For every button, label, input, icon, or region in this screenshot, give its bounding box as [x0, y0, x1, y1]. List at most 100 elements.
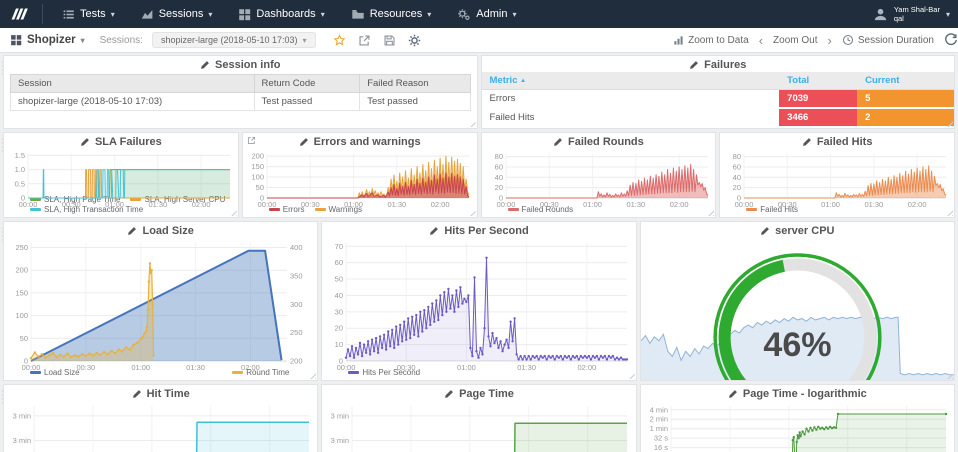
- list-icon: [63, 9, 74, 19]
- hits-per-second-panel: Hits Per Second 00:00 00:30 01:00 01:30 02:0…: [321, 221, 637, 381]
- edit-pencil-icon[interactable]: [200, 60, 210, 70]
- errors-warnings-chart[interactable]: 00:00 00:30 01:00 01:30 02:00 200 150 100 50 0: [243, 149, 477, 209]
- session-info-table: Session Return Code Failed Reason shopiz…: [10, 74, 471, 111]
- failed-hits-chart[interactable]: 00:00 00:30 01:00 01:30 02:00 80 60 40 20 0: [720, 149, 954, 209]
- chevron-down-icon: ▾: [208, 9, 213, 19]
- dashboard-row-4: Hit Time 00:0000:3001:0001:3002:003 min3…: [2, 384, 955, 452]
- user-menu[interactable]: Yam Shal-Bar qal ▾: [873, 5, 950, 24]
- server-cpu-gauge[interactable]: 46%: [640, 238, 954, 380]
- svg-text:02:00: 02:00: [578, 363, 597, 372]
- favorite-star-icon[interactable]: [333, 33, 346, 47]
- webload-logo[interactable]: [8, 6, 42, 22]
- svg-text:02:00: 02:00: [669, 200, 688, 209]
- column-header-metric[interactable]: Metric ▲: [481, 72, 780, 90]
- save-icon[interactable]: [383, 34, 396, 47]
- failed-hits-panel: Failed Hits 00:00 00:30 01:00 01:30 02:00 80 6…: [719, 132, 955, 218]
- sessions-label: Sessions:: [99, 34, 143, 46]
- panel-title-text: server CPU: [775, 225, 835, 237]
- sla-failures-chart[interactable]: 00:00 00:30 01:00 01:30 02:00 1.5 1.0 0.5 0: [4, 149, 238, 209]
- resize-grip[interactable]: [468, 120, 476, 127]
- svg-text:0: 0: [737, 194, 741, 203]
- failed-rounds-chart[interactable]: 00:00 00:30 01:00 01:30 02:00 80 60 40 20 0: [482, 149, 716, 209]
- nav-dashboards[interactable]: Dashboards ▾: [225, 0, 337, 28]
- svg-text:01:00: 01:00: [821, 200, 840, 209]
- project-selector[interactable]: Shopizer ▾: [10, 34, 85, 46]
- edit-pencil-icon[interactable]: [728, 389, 738, 399]
- edit-pencil-icon[interactable]: [132, 389, 142, 399]
- page-time-chart[interactable]: 00:0000:3001:0001:3002:003 min3 min2 min…: [322, 401, 635, 452]
- nav-sessions[interactable]: Sessions ▾: [128, 0, 226, 28]
- edit-pencil-icon[interactable]: [80, 137, 90, 147]
- svg-text:02:00: 02:00: [431, 200, 450, 209]
- gear-icon[interactable]: [408, 34, 421, 47]
- page-time-log-panel: Page Time - logarithmic 00:0000:3001:000…: [639, 384, 955, 452]
- svg-text:3 min: 3 min: [331, 436, 349, 445]
- total-value-badge: 3466: [779, 109, 858, 126]
- nav-admin[interactable]: Admin ▾: [444, 0, 529, 28]
- chevron-down-icon: ▾: [427, 9, 432, 19]
- hits-per-second-chart[interactable]: 00:00 00:30 01:00 01:30 02:00 70 60 50 40 30 20 10 0: [322, 238, 635, 372]
- session-dropdown[interactable]: shopizer-large (2018-05-10 17:03) ▾: [151, 32, 316, 48]
- column-header-total[interactable]: Total: [779, 72, 858, 90]
- user-subtitle: qal: [893, 14, 904, 23]
- svg-text:60: 60: [494, 162, 502, 171]
- load-size-chart[interactable]: 00:00 00:30 01:00 01:30 02:00 250 200 150 100 50 0…: [4, 238, 317, 372]
- sla-failures-panel: SLA Failures 00:00 00:30 01:00 01:30 02:00 1.…: [3, 132, 239, 218]
- svg-text:01:30: 01:30: [387, 200, 406, 209]
- edit-pencil-icon[interactable]: [553, 137, 563, 147]
- svg-text:00:30: 00:30: [62, 200, 81, 209]
- panel-title: Failed Rounds: [482, 133, 716, 149]
- share-icon[interactable]: [358, 34, 371, 47]
- edit-pencil-icon[interactable]: [429, 226, 439, 236]
- dashboard-row-1: Session info Session Return Code Failed …: [2, 55, 955, 129]
- zoom-out-button[interactable]: Zoom Out: [773, 35, 817, 46]
- edit-pencil-icon[interactable]: [802, 137, 812, 147]
- svg-text:0: 0: [498, 194, 502, 203]
- chevron-down-icon: ▾: [80, 35, 85, 45]
- panel-title-text: Hit Time: [146, 388, 190, 400]
- navbar-separator: [42, 4, 43, 24]
- edit-pencil-icon[interactable]: [299, 137, 309, 147]
- panel-title-text: Failures: [704, 59, 747, 71]
- chevron-right-icon[interactable]: ›: [828, 33, 832, 48]
- edit-pencil-icon[interactable]: [444, 389, 454, 399]
- svg-text:100: 100: [251, 173, 264, 182]
- panel-title: Failures: [482, 56, 955, 72]
- page-time-log-chart[interactable]: 00:0000:3001:0001:3002:004 min2 min1 min…: [641, 401, 954, 452]
- svg-text:50: 50: [20, 334, 28, 343]
- svg-text:40: 40: [335, 291, 343, 300]
- nav-resources[interactable]: Resources ▾: [338, 0, 445, 28]
- svg-text:20: 20: [494, 183, 502, 192]
- edit-pencil-icon[interactable]: [127, 226, 137, 236]
- table-row: shopizer-large (2018-05-10 17:03) Test p…: [10, 92, 471, 111]
- project-name: Shopizer: [27, 34, 76, 46]
- return-code-cell: Test passed: [253, 92, 361, 111]
- edit-pencil-icon[interactable]: [689, 60, 699, 70]
- table-row: Failed Hits 3466 2: [481, 108, 954, 128]
- external-link-icon[interactable]: [247, 136, 256, 145]
- chevron-down-icon: ▾: [945, 9, 950, 19]
- svg-text:02:00: 02:00: [192, 200, 211, 209]
- panel-title: Load Size: [4, 222, 317, 238]
- nav-resources-label: Resources: [369, 8, 423, 20]
- session-info-panel: Session info Session Return Code Failed …: [3, 55, 478, 129]
- svg-text:200: 200: [290, 357, 303, 366]
- failed-rounds-panel: Failed Rounds 00:00 00:30 01:00 01:30 02:00 8…: [480, 132, 717, 218]
- zoom-to-data-button[interactable]: Zoom to Data: [673, 35, 749, 46]
- chevron-left-icon[interactable]: ‹: [759, 33, 763, 48]
- failed-reason-cell: Test passed: [359, 92, 471, 111]
- folder-icon: [352, 9, 364, 19]
- user-avatar-icon: [874, 8, 886, 20]
- nav-tests[interactable]: Tests ▾: [49, 0, 128, 28]
- svg-text:350: 350: [290, 271, 303, 280]
- edit-pencil-icon[interactable]: [760, 226, 770, 236]
- svg-text:01:30: 01:30: [626, 200, 645, 209]
- refresh-icon[interactable]: [944, 33, 958, 47]
- svg-text:0: 0: [260, 194, 264, 203]
- svg-text:30: 30: [335, 307, 343, 316]
- column-header-current[interactable]: Current: [857, 72, 954, 90]
- hit-time-chart[interactable]: 00:0000:3001:0001:3002:003 min3 min2 min…: [4, 401, 317, 452]
- svg-text:01:30: 01:30: [148, 200, 167, 209]
- session-duration-button[interactable]: Session Duration: [842, 34, 934, 46]
- svg-text:02:00: 02:00: [908, 200, 927, 209]
